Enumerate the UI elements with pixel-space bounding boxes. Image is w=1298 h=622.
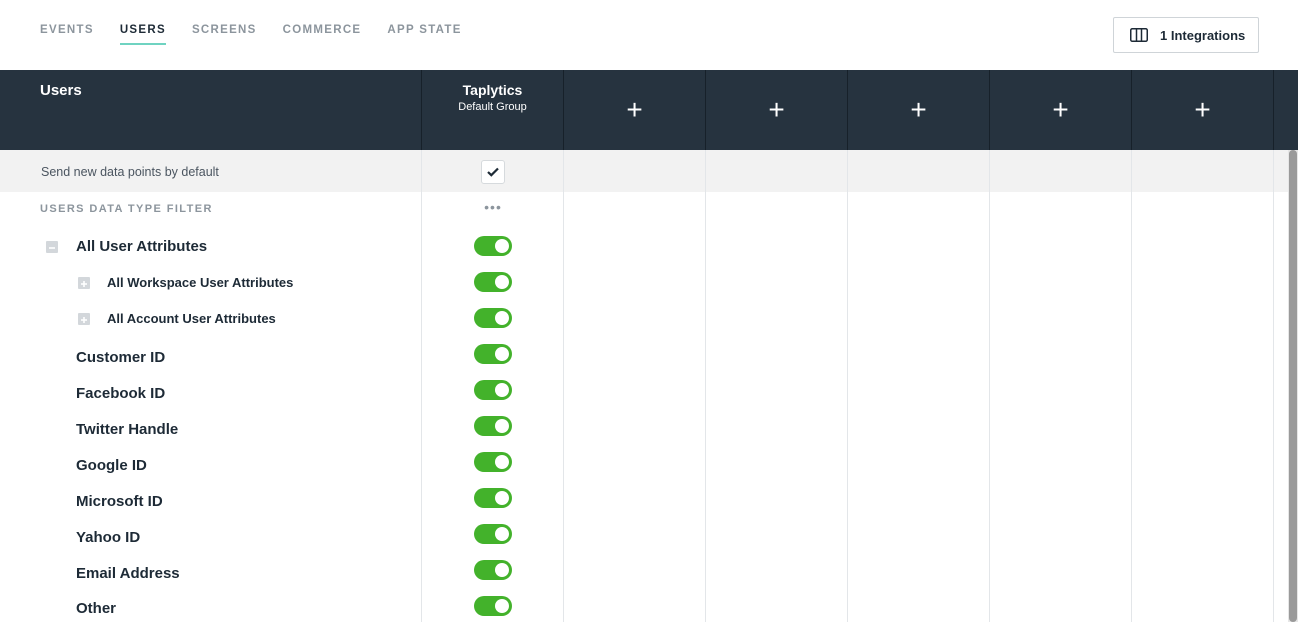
add-integration-column-1[interactable]: + [563, 70, 705, 150]
toggle-knob [495, 455, 509, 469]
attribute-toggle[interactable] [474, 344, 512, 364]
attribute-toggle[interactable] [474, 416, 512, 436]
toggle-knob [495, 239, 509, 253]
section-title: Users [40, 82, 82, 99]
collapse-icon[interactable] [46, 241, 58, 253]
toggle-knob [495, 491, 509, 505]
columns-icon [1130, 28, 1148, 42]
plus-icon: + [910, 94, 927, 125]
attribute-label: All Workspace User Attributes [107, 275, 294, 290]
attribute-row-account: All Account User Attributes [0, 300, 560, 336]
tab-bar: EVENTS USERS SCREENS COMMERCE APP STATE [40, 24, 488, 45]
toggle-knob [495, 599, 509, 613]
column-divider [1131, 150, 1132, 622]
add-integration-column-5[interactable]: + [1131, 70, 1273, 150]
plus-icon: + [626, 94, 643, 125]
vertical-scrollbar[interactable] [1288, 150, 1298, 622]
attribute-row-microsoft-id: Microsoft ID [0, 480, 560, 516]
toggle-knob [495, 275, 509, 289]
toggle-knob [495, 563, 509, 577]
tab-users[interactable]: USERS [119, 24, 166, 45]
attribute-toggle[interactable] [474, 560, 512, 580]
attribute-row-other: Other [0, 586, 560, 622]
send-default-row: Send new data points by default [0, 150, 1288, 192]
column-divider [563, 150, 564, 622]
attribute-row-yahoo-id: Yahoo ID [0, 516, 560, 552]
column-divider [847, 150, 848, 622]
attribute-toggle[interactable] [474, 236, 512, 256]
attribute-toggle[interactable] [474, 524, 512, 544]
attribute-row-twitter-handle: Twitter Handle [0, 408, 560, 444]
toggle-knob [495, 383, 509, 397]
send-default-label: Send new data points by default [41, 165, 219, 179]
plus-icon: + [768, 94, 785, 125]
toggle-knob [495, 311, 509, 325]
more-options-icon[interactable]: ••• [481, 199, 505, 219]
attribute-label: Facebook ID [76, 385, 166, 402]
attribute-label: All User Attributes [76, 238, 208, 255]
tab-app-state[interactable]: APP STATE [387, 24, 461, 45]
top-nav: EVENTS USERS SCREENS COMMERCE APP STATE … [0, 0, 1298, 70]
attribute-label: Yahoo ID [76, 529, 141, 546]
attribute-toggle[interactable] [474, 452, 512, 472]
expand-icon[interactable] [78, 277, 90, 289]
plus-icon: + [1052, 94, 1069, 125]
attribute-toggle[interactable] [474, 488, 512, 508]
attribute-row-workspace: All Workspace User Attributes [0, 264, 560, 300]
attribute-toggle[interactable] [474, 380, 512, 400]
attribute-toggle[interactable] [474, 272, 512, 292]
table-header: Users Taplytics Default Group + + + + + [0, 70, 1298, 150]
scrollbar-thumb[interactable] [1289, 150, 1297, 622]
integration-column-taplytics: Taplytics Default Group [421, 70, 563, 150]
column-divider [1273, 150, 1274, 622]
toggle-knob [495, 527, 509, 541]
attribute-toggle[interactable] [474, 308, 512, 328]
attribute-row-customer-id: Customer ID [0, 336, 560, 372]
integration-group: Default Group [458, 101, 527, 113]
send-default-checkbox[interactable] [481, 160, 505, 184]
tab-commerce[interactable]: COMMERCE [283, 24, 362, 45]
attribute-row-facebook-id: Facebook ID [0, 372, 560, 408]
data-type-filter-label: USERS DATA TYPE FILTER [40, 203, 213, 215]
tab-screens[interactable]: SCREENS [192, 24, 257, 45]
integrations-button[interactable]: 1 Integrations [1113, 17, 1259, 53]
checkmark-icon [487, 167, 499, 177]
attribute-row-all-user: All User Attributes [0, 228, 560, 264]
tab-events[interactable]: EVENTS [40, 24, 94, 45]
attribute-label: Microsoft ID [76, 493, 163, 510]
attribute-label: Twitter Handle [76, 421, 179, 438]
attribute-row-email-address: Email Address [0, 552, 560, 588]
toggle-knob [495, 419, 509, 433]
add-integration-column-3[interactable]: + [847, 70, 989, 150]
add-integration-column-4[interactable]: + [989, 70, 1131, 150]
add-integration-column-2[interactable]: + [705, 70, 847, 150]
plus-icon: + [1194, 94, 1211, 125]
toggle-knob [495, 347, 509, 361]
integrations-label: 1 Integrations [1160, 27, 1246, 43]
expand-icon[interactable] [78, 313, 90, 325]
integration-name: Taplytics [462, 82, 523, 98]
attribute-label: All Account User Attributes [107, 311, 276, 326]
column-divider [989, 150, 990, 622]
attribute-label: Google ID [76, 457, 147, 474]
attribute-toggle[interactable] [474, 596, 512, 616]
attribute-row-google-id: Google ID [0, 444, 560, 480]
column-divider [705, 150, 706, 622]
attribute-label: Other [76, 600, 117, 617]
attribute-label: Email Address [76, 565, 180, 582]
attribute-label: Customer ID [76, 349, 166, 366]
header-edge-column [1273, 70, 1298, 150]
